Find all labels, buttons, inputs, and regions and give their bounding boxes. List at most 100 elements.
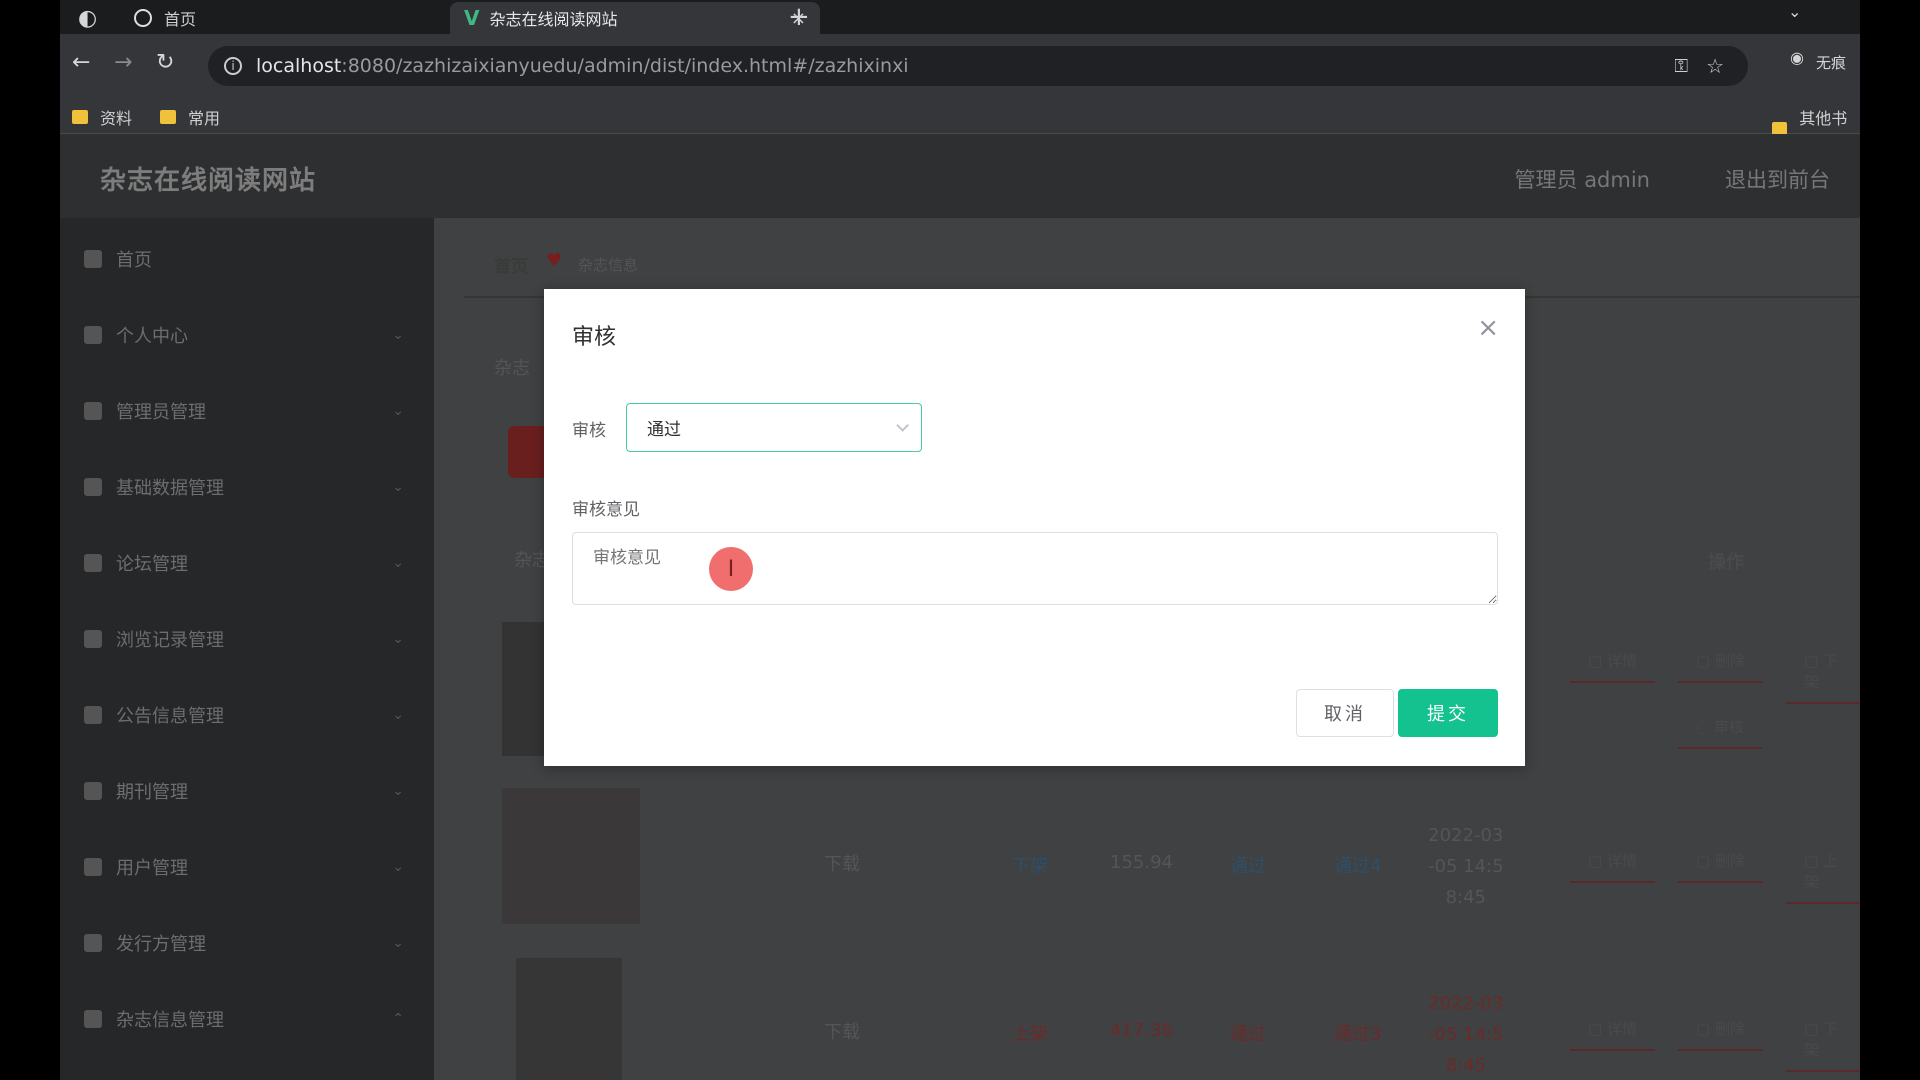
new-tab-button[interactable]: + <box>788 2 810 32</box>
chevron-down-icon: ⌄ <box>392 935 404 951</box>
breadcrumb-home[interactable]: 首页 <box>494 252 528 277</box>
folder-icon <box>72 110 88 124</box>
sidebar-item-admins[interactable]: 管理员管理 ⌄ <box>84 398 404 424</box>
current-user: 管理员 admin <box>1514 168 1650 192</box>
delete-button[interactable]: ▢ 删除 <box>1678 850 1763 883</box>
review-opinion-cell: 通过3 <box>1334 1024 1382 1045</box>
chevron-down-icon: ⌄ <box>392 859 404 875</box>
exit-to-frontend-link[interactable]: 退出到前台 <box>1725 164 1830 194</box>
sidebar-item-journals[interactable]: 期刊管理 ⌄ <box>84 778 404 804</box>
sidebar-item-magazines[interactable]: 杂志信息管理 ⌃ <box>84 1006 404 1032</box>
submit-button[interactable]: 提交 <box>1398 689 1498 737</box>
home-icon <box>84 250 102 268</box>
mouse-cursor-icon: I <box>709 547 753 591</box>
grid-icon <box>84 706 102 724</box>
chevron-down-icon[interactable]: ⌄ <box>1788 2 1801 21</box>
screen-margin-left <box>0 0 60 1080</box>
table-header-operation: 操作 <box>1708 552 1744 573</box>
star-icon[interactable]: ☆ <box>1706 54 1724 78</box>
shelf-button[interactable]: ▢ 下架 <box>1786 1018 1860 1072</box>
reload-icon[interactable]: ↻ <box>156 50 174 75</box>
detail-button[interactable]: ▢ 详情 <box>1570 650 1655 683</box>
tab-magazine[interactable]: V 杂志在线阅读网站 × <box>450 2 820 34</box>
delete-button[interactable]: ▢ 删除 <box>1678 650 1763 683</box>
tab-label: 杂志在线阅读网站 <box>489 10 618 29</box>
users-icon <box>84 858 102 876</box>
sidebar-item-users[interactable]: 用户管理 ⌄ <box>84 854 404 880</box>
bookmark-folder[interactable]: 资料 <box>72 105 132 129</box>
opinion-label: 审核意见 <box>572 500 640 520</box>
review-dialog: 审核 × 审核 通过 审核意见 I 取消 提交 <box>544 289 1525 766</box>
browser-tabbar: ◐ 首页 × V 杂志在线阅读网站 × + ⌄ <box>60 0 1860 34</box>
sliders-icon <box>84 934 102 952</box>
chevron-down-icon <box>896 419 909 432</box>
delete-button[interactable]: ▢ 删除 <box>1678 1018 1763 1051</box>
back-icon[interactable]: ← <box>72 50 90 75</box>
status-cell: 上架 <box>1012 1024 1048 1045</box>
magazine-cover <box>502 788 640 924</box>
review-status-cell: 通过 <box>1230 856 1266 877</box>
bookmarks-bar: 资料 常用 其他书签 <box>60 96 1860 152</box>
detail-button[interactable]: ▢ 详情 <box>1570 1018 1655 1051</box>
review-selected-value: 通过 <box>647 420 681 440</box>
sidebar: 首页 个人中心 ⌄ 管理员管理 ⌄ 基础数据管理 ⌄ 论坛管理 ⌄ 浏览记录管理 ⌄ 公告… <box>60 218 434 1080</box>
review-opinion-cell: 通过4 <box>1334 856 1382 877</box>
chevron-down-icon: ⌄ <box>392 479 404 495</box>
apps-icon <box>84 782 102 800</box>
shelf-button[interactable]: ▢ 上架 <box>1786 850 1860 904</box>
time-cell: 2022-03 -05 14:5 8:45 <box>1428 993 1504 1076</box>
price-cell: 155.94 <box>1110 852 1173 873</box>
heart-icon: ♥ <box>546 250 563 271</box>
power-icon <box>84 478 102 496</box>
sidebar-item-basic-data[interactable]: 基础数据管理 ⌄ <box>84 474 404 500</box>
sidebar-item-publishers[interactable]: 发行方管理 ⌄ <box>84 930 404 956</box>
history-icon <box>84 630 102 648</box>
browser-menu-icon[interactable]: ◐ <box>78 6 97 31</box>
tab-home[interactable]: 首页 × <box>120 2 490 34</box>
download-link[interactable]: 下载 <box>824 850 860 876</box>
dialog-title: 审核 <box>572 325 617 350</box>
chevron-down-icon: ⌄ <box>392 327 404 343</box>
magazine-cover <box>502 622 544 756</box>
admin-icon <box>84 402 102 420</box>
download-link[interactable]: 下载 <box>824 1018 860 1044</box>
user-icon <box>84 326 102 344</box>
sidebar-item-home[interactable]: 首页 <box>84 246 404 272</box>
sidebar-item-forum[interactable]: 论坛管理 ⌄ <box>84 550 404 576</box>
search-label: 杂志 <box>494 358 530 379</box>
bookmark-folder[interactable]: 常用 <box>160 105 220 129</box>
cancel-button[interactable]: 取消 <box>1296 689 1394 737</box>
shelf-button[interactable]: ▢ 下架 <box>1786 650 1860 704</box>
info-icon[interactable]: i <box>224 57 242 75</box>
screen-margin-right <box>1860 0 1920 1080</box>
url-host: localhost <box>256 55 342 77</box>
sidebar-item-browse-history[interactable]: 浏览记录管理 ⌄ <box>84 626 404 652</box>
url-bar[interactable]: i localhost:8080/zazhizaixianyuedu/admin… <box>208 46 1748 86</box>
sidebar-item-personal[interactable]: 个人中心 ⌄ <box>84 322 404 348</box>
time-cell: 2022-03 -05 14:5 8:45 <box>1428 825 1504 908</box>
detail-button[interactable]: ▢ 详情 <box>1570 850 1655 883</box>
app-header: 杂志在线阅读网站 管理员 admin 退出到前台 <box>60 134 1860 218</box>
profile-label[interactable]: 无痕 <box>1816 52 1846 73</box>
review-select[interactable]: 通过 <box>626 403 922 452</box>
incognito-icon[interactable]: ◉ <box>1790 48 1804 67</box>
book-icon <box>84 1010 102 1028</box>
chevron-up-icon: ⌃ <box>392 1011 404 1027</box>
review-status-cell: 通过 <box>1230 1024 1266 1045</box>
folder-icon <box>160 110 176 124</box>
status-cell: 下架 <box>1012 856 1048 877</box>
key-icon[interactable]: ⚿ <box>1674 56 1688 77</box>
review-button[interactable]: ◌ 审核 <box>1678 716 1762 749</box>
globe-icon <box>134 9 152 27</box>
app-title: 杂志在线阅读网站 <box>100 166 317 196</box>
chevron-down-icon: ⌄ <box>392 555 404 571</box>
sidebar-item-notices[interactable]: 公告信息管理 ⌄ <box>84 702 404 728</box>
browser-addressbar: ← → ↻ i localhost:8080/zazhizaixianyuedu… <box>60 34 1860 96</box>
review-label: 审核 <box>572 421 606 441</box>
forward-icon[interactable]: → <box>114 50 132 75</box>
chevron-down-icon: ⌄ <box>392 631 404 647</box>
magazine-cover <box>516 958 622 1080</box>
breadcrumb-current: 杂志信息 <box>578 256 639 274</box>
vue-icon: V <box>464 6 480 30</box>
close-icon[interactable]: × <box>1477 313 1499 343</box>
